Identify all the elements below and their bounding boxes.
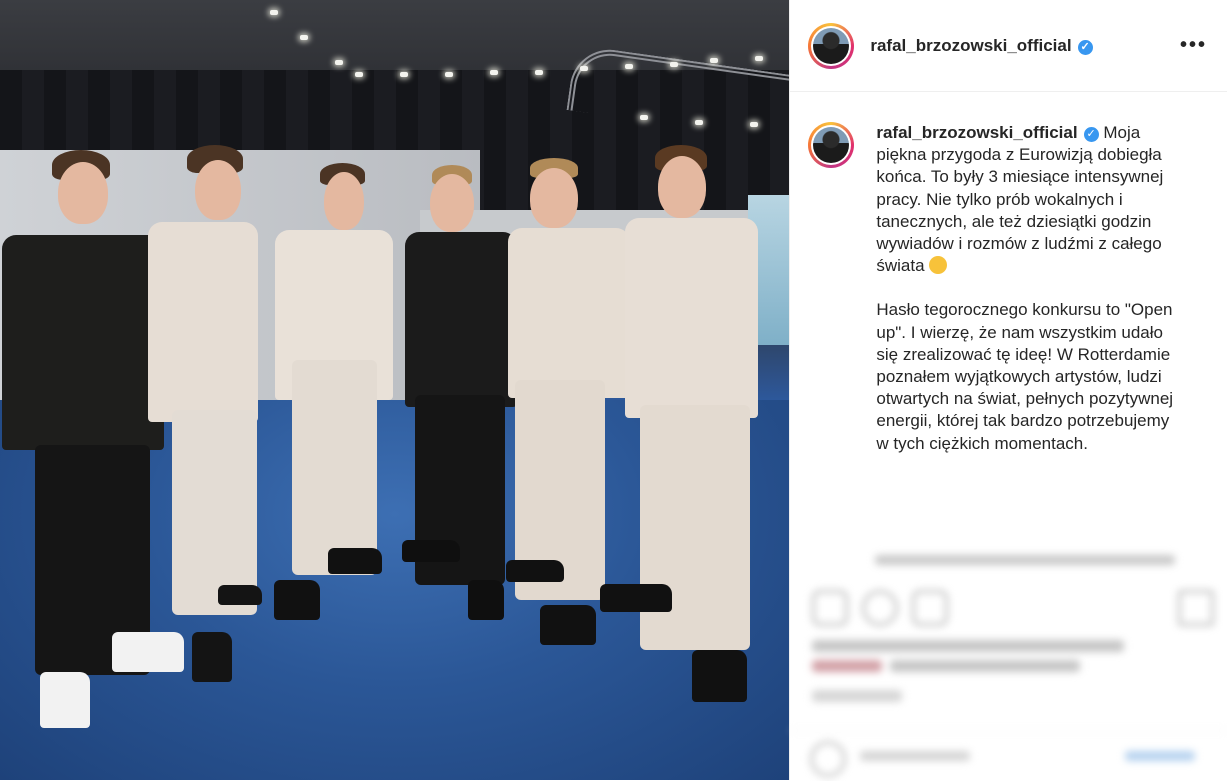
light: [580, 66, 588, 71]
light: [695, 120, 703, 125]
light: [670, 62, 678, 67]
ceiling-lights: [240, 0, 789, 140]
comment-icon[interactable]: [862, 590, 899, 626]
blurred-likes: [812, 640, 1125, 652]
light: [755, 56, 763, 61]
caption-paragraph-1: rafal_brzozowski_official ✓ Moja piękna p…: [876, 122, 1176, 277]
blurred-timestamp: [790, 553, 1227, 567]
light: [710, 58, 718, 63]
caption-paragraph-2: Hasło tegorocznego konkursu to "Open up"…: [876, 300, 1174, 453]
bookmark-icon[interactable]: [1178, 590, 1215, 626]
like-icon[interactable]: [812, 590, 849, 626]
verified-badge-icon: ✓: [1077, 39, 1093, 55]
caption-avatar[interactable]: [808, 122, 855, 168]
light: [335, 60, 343, 65]
emoji-picker-icon[interactable]: [810, 741, 847, 777]
light: [445, 72, 453, 77]
caption-block: rafal_brzozowski_official ✓ Moja piękna p…: [790, 92, 1227, 455]
light: [355, 72, 363, 77]
light: [300, 35, 308, 40]
caption-text: rafal_brzozowski_official ✓ Moja piękna p…: [876, 122, 1176, 455]
light: [490, 70, 498, 75]
username-link[interactable]: rafal_brzozowski_official ✓: [870, 36, 1093, 56]
blurred-actions: [790, 575, 1227, 725]
instagram-post: rafal_brzozowski_official ✓ ••• rafal_brz…: [0, 0, 1227, 780]
avatar-image: [813, 27, 850, 64]
comment-input[interactable]: [860, 751, 971, 761]
avatar-image: [813, 127, 850, 163]
post-comment-button[interactable]: [1125, 751, 1196, 761]
light: [625, 64, 633, 69]
verified-badge-icon: ✓: [1083, 127, 1099, 142]
light: [640, 115, 648, 120]
light: [270, 10, 278, 15]
face-screaming-emoji-icon: [928, 256, 947, 275]
blurred-liker-avatar: [812, 660, 883, 672]
caption-body-1: Moja piękna przygoda z Eurowizją dobiegł…: [876, 123, 1164, 276]
avatar-ring: [811, 25, 852, 66]
more-options-icon[interactable]: •••: [1180, 34, 1207, 57]
caption-username[interactable]: rafal_brzozowski_official: [876, 123, 1077, 142]
post-header: rafal_brzozowski_official ✓ •••: [790, 0, 1227, 92]
light: [400, 72, 408, 77]
blurred-likes-text: [890, 660, 1081, 672]
username[interactable]: rafal_brzozowski_official: [870, 36, 1071, 55]
light: [535, 70, 543, 75]
light: [750, 122, 758, 127]
blurred-bar: [875, 555, 1176, 565]
share-icon[interactable]: [912, 590, 949, 626]
avatar[interactable]: [808, 22, 855, 69]
post-sidebar: rafal_brzozowski_official ✓ ••• rafal_brz…: [789, 0, 1227, 780]
blurred-comment-box: [790, 730, 1227, 781]
blurred-date: [812, 690, 903, 702]
avatar-ring: [811, 125, 852, 165]
post-photo[interactable]: [0, 0, 790, 780]
